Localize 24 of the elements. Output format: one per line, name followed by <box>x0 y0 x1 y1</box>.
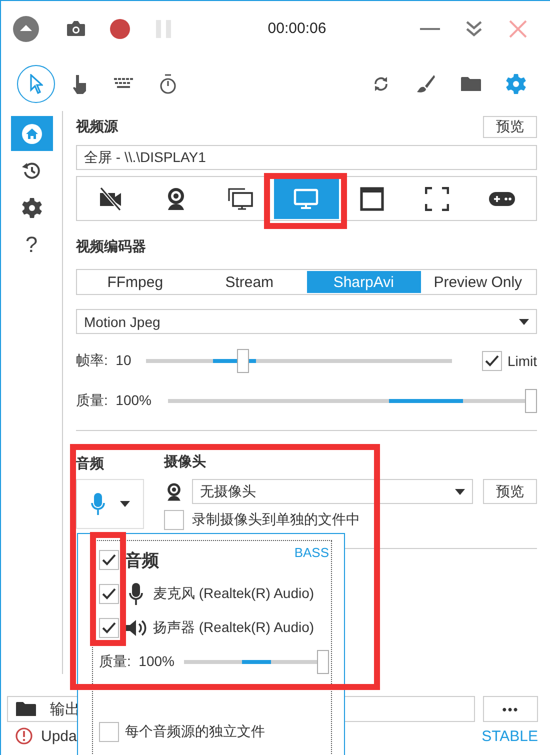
section-heading: 视频源 <box>76 118 118 136</box>
checkbox-label: 录制摄像头到单独的文件中 <box>192 511 360 529</box>
audio-device-label: 扬声器 (Realtek(R) Audio) <box>153 619 314 637</box>
recording-timer: 00:00:06 <box>266 20 328 37</box>
quality-label: 质量: 100% <box>99 653 174 671</box>
audio-title: 音频 <box>125 550 159 572</box>
preview-button[interactable]: 预览 <box>483 116 537 138</box>
release-channel: STABLE <box>482 728 538 744</box>
more-button[interactable]: ••• <box>483 696 538 722</box>
checkbox-label: 每个音频源的独立文件 <box>125 723 265 741</box>
section-heading: 视频编码器 <box>76 238 146 256</box>
help-tab[interactable]: ? <box>10 227 52 262</box>
status-message: Upda <box>41 728 77 744</box>
audio-device-label: 麦克风 (Realtek(R) Audio) <box>153 585 314 603</box>
audio-backend-label: BASS <box>294 545 329 560</box>
limit-label: Limit <box>507 353 537 369</box>
section-heading: 音频 <box>76 455 105 473</box>
webcam-dropdown[interactable]: 无摄像头 <box>192 479 473 504</box>
frame-rate-label: 帧率: 10 <box>76 352 132 370</box>
source-field[interactable]: 全屏 - \\.\DISPLAY1 <box>76 145 537 170</box>
codec-dropdown[interactable]: Motion Jpeg <box>76 309 537 334</box>
quality-label: 质量: 100% <box>76 392 152 410</box>
section-heading: 摄像头 <box>164 453 207 471</box>
preview-button[interactable]: 预览 <box>483 479 537 504</box>
